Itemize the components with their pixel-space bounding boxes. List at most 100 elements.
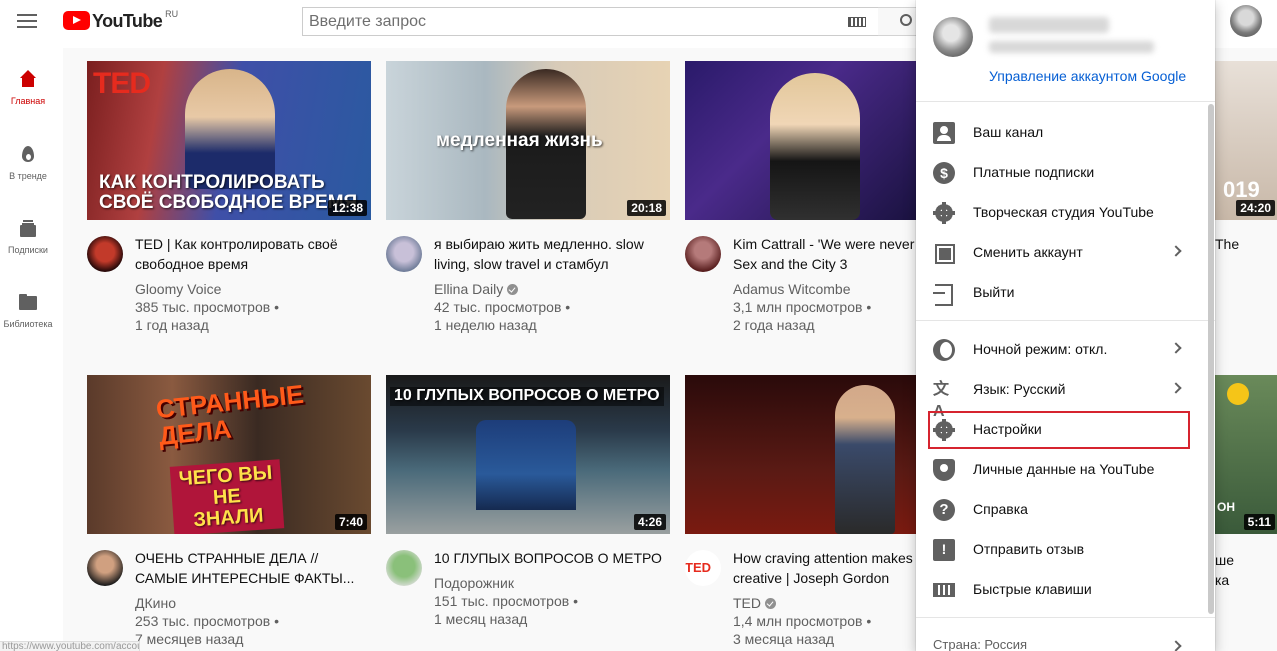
channel-badge-icon <box>1227 383 1249 405</box>
menu-item-label: Ночной режим: откл. <box>973 341 1108 357</box>
video-thumbnail[interactable]: СТРАННЫЕ ДЕЛА ЧЕГО ВЫ НЕ ЗНАЛИ 7:40 <box>87 375 371 534</box>
sidebar-item-label: Подписки <box>8 245 48 255</box>
search-box <box>302 7 879 36</box>
menu-item-creator-studio[interactable]: Творческая студия YouTube <box>916 192 1215 232</box>
channel-avatar[interactable] <box>685 236 721 272</box>
menu-divider <box>916 320 1215 321</box>
sidebar-item-subscriptions[interactable]: Подписки <box>0 219 56 255</box>
sidebar: Главная В тренде Подписки Библиотека <box>0 48 63 651</box>
video-title[interactable]: ОЧЕНЬ СТРАННЫЕ ДЕЛА // САМЫЕ ИНТЕРЕСНЫЕ … <box>135 548 371 588</box>
menu-item-label: Ваш канал <box>973 124 1044 140</box>
menu-item-dark-mode[interactable]: Ночной режим: откл. <box>916 329 1215 369</box>
shield-icon <box>933 459 955 481</box>
menu-item-switch-account[interactable]: Сменить аккаунт <box>916 232 1215 272</box>
channel-avatar[interactable] <box>87 236 123 272</box>
menu-item-label: Быстрые клавиши <box>973 581 1092 597</box>
video-duration: 5:11 <box>1243 514 1275 530</box>
video-duration: 24:20 <box>1236 200 1275 216</box>
search-button[interactable] <box>878 7 918 36</box>
account-menu: Управление аккаунтом Google Ваш канал $ … <box>916 0 1215 651</box>
menu-item-your-data[interactable]: Личные данные на YouTube <box>916 449 1215 489</box>
channel-name-text[interactable]: Gloomy Voice <box>135 280 221 298</box>
video-age: 1 месяц назад <box>434 611 528 627</box>
video-title-partial[interactable]: ше ка <box>1215 550 1234 590</box>
video-title-partial[interactable]: The <box>1215 236 1239 252</box>
video-thumbnail[interactable] <box>685 375 917 534</box>
menu-item-help[interactable]: ? Справка <box>916 489 1215 529</box>
language-icon: 文A <box>933 381 950 420</box>
video-age: 1 год назад <box>135 317 209 333</box>
channel-name-text[interactable]: Подорожник <box>434 574 514 592</box>
channel-avatar[interactable] <box>87 550 123 586</box>
account-avatar-button[interactable] <box>1230 5 1262 37</box>
account-menu-section-1: Ваш канал $ Платные подписки Творческая … <box>916 112 1215 312</box>
sidebar-item-trending[interactable]: В тренде <box>0 145 56 181</box>
sidebar-item-home[interactable]: Главная <box>0 70 56 106</box>
video-thumbnail[interactable] <box>685 61 917 220</box>
channel-name[interactable]: ДКино <box>135 594 371 612</box>
youtube-play-icon <box>63 11 90 30</box>
menu-item-label: Выйти <box>973 284 1015 300</box>
switch-account-icon <box>933 242 955 264</box>
video-thumbnail[interactable]: TED КАК КОНТРОЛИРОВАТЬ СВОЁ СВОБОДНОЕ ВР… <box>87 61 371 220</box>
sidebar-item-label: В тренде <box>9 171 47 181</box>
channel-name-text[interactable]: TED <box>733 594 761 612</box>
channel-avatar[interactable] <box>386 550 422 586</box>
video-meta: ОЧЕНЬ СТРАННЫЕ ДЕЛА // САМЫЕ ИНТЕРЕСНЫЕ … <box>87 548 371 648</box>
youtube-logo[interactable]: YouTube RU <box>63 9 178 31</box>
video-card[interactable]: СТРАННЫЕ ДЕЛА ЧЕГО ВЫ НЕ ЗНАЛИ 7:40 ОЧЕН… <box>87 375 371 648</box>
sidebar-item-library[interactable]: Библиотека <box>0 293 56 329</box>
video-views: 253 тыс. просмотров • <box>135 613 279 629</box>
channel-name[interactable]: Gloomy Voice <box>135 280 371 298</box>
video-thumbnail-partial[interactable]: 019 24:20 <box>1215 61 1277 220</box>
channel-name[interactable]: Подорожник <box>434 574 670 592</box>
menu-scrollbar[interactable] <box>1208 104 1214 614</box>
moon-icon <box>933 339 955 361</box>
menu-item-paid-subscriptions[interactable]: $ Платные подписки <box>916 152 1215 192</box>
menu-item-label: Платные подписки <box>973 164 1095 180</box>
train-figure <box>476 420 576 510</box>
video-thumbnail[interactable]: медленная жизнь 20:18 <box>386 61 670 220</box>
menu-icon[interactable] <box>17 14 37 30</box>
video-title[interactable]: 10 ГЛУПЫХ ВОПРОСОВ О МЕТРО <box>434 548 670 568</box>
video-title[interactable]: TED | Как контролировать своё свободное … <box>135 234 371 274</box>
video-duration: 12:38 <box>328 200 367 216</box>
video-duration: 7:40 <box>334 514 367 530</box>
dollar-icon: $ <box>933 162 955 184</box>
video-card[interactable]: медленная жизнь 20:18 я выбираю жить мед… <box>386 61 670 334</box>
menu-item-keyboard-shortcuts[interactable]: Быстрые клавиши <box>916 569 1215 609</box>
video-duration: 4:26 <box>633 514 666 530</box>
channel-avatar[interactable] <box>386 236 422 272</box>
menu-item-your-channel[interactable]: Ваш канал <box>916 112 1215 152</box>
home-icon <box>18 70 38 90</box>
menu-item-sign-out[interactable]: Выйти <box>916 272 1215 312</box>
menu-item-label: Личные данные на YouTube <box>973 461 1155 477</box>
video-title-partial-line: ка <box>1215 572 1230 588</box>
video-age: 1 неделю назад <box>434 317 537 333</box>
video-duration: 20:18 <box>627 200 666 216</box>
video-thumbnail[interactable]: 10 ГЛУПЫХ ВОПРОСОВ О МЕТРО 4:26 <box>386 375 670 534</box>
virtual-keyboard-icon[interactable] <box>848 17 866 27</box>
user-icon <box>933 122 955 144</box>
video-card[interactable]: 10 ГЛУПЫХ ВОПРОСОВ О МЕТРО 4:26 10 ГЛУПЫ… <box>386 375 670 628</box>
channel-name-text[interactable]: ДКино <box>135 594 176 612</box>
video-age: 7 месяцев назад <box>135 631 244 647</box>
search-input[interactable] <box>303 8 823 35</box>
menu-item-country[interactable]: Страна: Россия <box>933 637 1027 651</box>
blurred-account-name <box>989 17 1109 33</box>
subscriptions-icon <box>18 219 38 239</box>
channel-avatar[interactable]: TED <box>685 550 721 586</box>
video-card[interactable]: TED КАК КОНТРОЛИРОВАТЬ СВОЁ СВОБОДНОЕ ВР… <box>87 61 371 334</box>
channel-name[interactable]: Ellina Daily <box>434 280 670 298</box>
menu-item-send-feedback[interactable]: ! Отправить отзыв <box>916 529 1215 569</box>
video-thumbnail-partial[interactable]: ОН 5:11 <box>1215 375 1277 534</box>
channel-name-text[interactable]: Adamus Witcombe <box>733 280 850 298</box>
thumbnail-caption: медленная жизнь <box>436 130 603 151</box>
ted-channel-logo: TED <box>685 560 711 575</box>
menu-item-language[interactable]: 文A Язык: Русский <box>916 369 1215 420</box>
manage-google-account-link[interactable]: Управление аккаунтом Google <box>989 68 1186 84</box>
video-title[interactable]: я выбираю жить медленно. slow living, sl… <box>434 234 670 274</box>
channel-name-text[interactable]: Ellina Daily <box>434 280 503 298</box>
ted-logo: TED <box>93 67 151 100</box>
menu-item-label: Справка <box>973 501 1028 517</box>
